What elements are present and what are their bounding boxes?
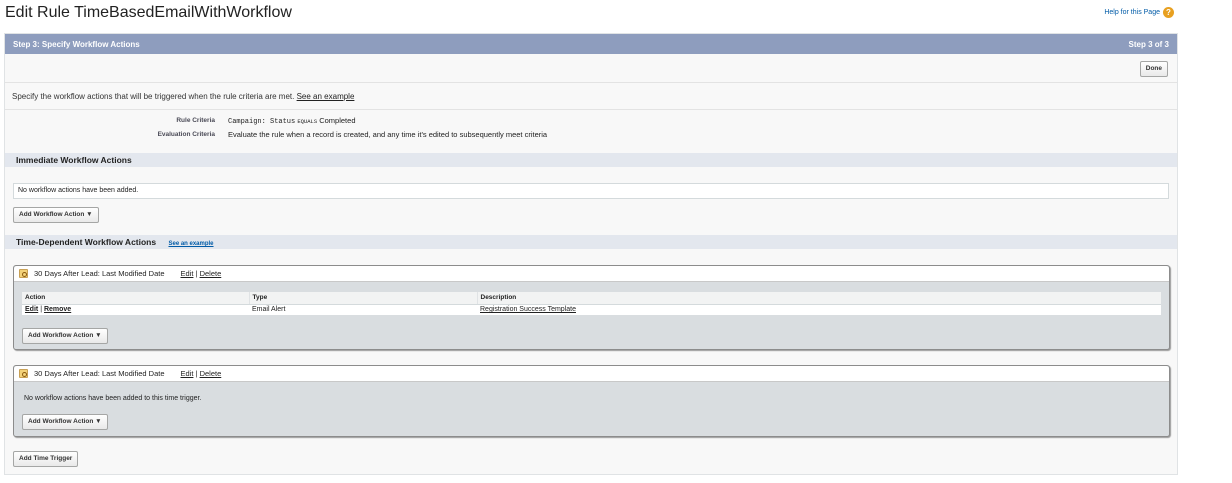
description-cell: Registration Success Template	[477, 304, 1161, 315]
table-row: Edit | Remove Email Alert Registration S…	[22, 304, 1161, 315]
type-cell: Email Alert	[252, 306, 286, 314]
immediate-empty-message: No workflow actions have been added.	[13, 183, 1169, 199]
help-link[interactable]: Help for this Page ?	[1104, 7, 1174, 18]
time-trigger-label: 30 Days After Lead: Last Modified Date	[34, 269, 165, 278]
time-trigger-delete-link[interactable]: Delete	[200, 369, 222, 378]
rule-criteria-literal: Completed	[319, 116, 356, 125]
action-remove-link[interactable]: Remove	[44, 306, 71, 313]
step-progress: Step 3 of 3	[1128, 39, 1169, 49]
time-dependent-see-example-link[interactable]: See an example	[168, 241, 213, 247]
workflow-actions-table: Action Type Description Edit | Remove Em…	[22, 292, 1161, 315]
add-workflow-action-button[interactable]: Add Workflow Action ▼	[22, 328, 108, 344]
time-trigger-edit-link[interactable]: Edit	[181, 369, 194, 378]
time-trigger-links: Edit | Delete	[181, 269, 222, 278]
step-header: Step 3: Specify Workflow Actions Step 3 …	[5, 34, 1177, 54]
link-separator: |	[40, 306, 43, 314]
intro-text: Specify the workflow actions that will b…	[12, 92, 354, 101]
done-button[interactable]: Done	[1139, 61, 1168, 77]
link-separator: |	[195, 269, 198, 278]
description-link[interactable]: Registration Success Template	[480, 306, 576, 313]
time-trigger: 30 Days After Lead: Last Modified Date E…	[13, 365, 1170, 437]
divider	[5, 109, 1177, 110]
column-header-action: Action	[22, 292, 249, 305]
immediate-actions-title: Immediate Workflow Actions	[16, 155, 132, 165]
rule-criteria-operator: EQUALS	[297, 118, 318, 125]
add-workflow-action-button[interactable]: Add Workflow Action ▼	[22, 414, 108, 430]
add-time-trigger-button[interactable]: Add Time Trigger	[13, 451, 79, 467]
time-trigger-header: 30 Days After Lead: Last Modified Date E…	[14, 266, 1169, 282]
page-title: Edit Rule TimeBasedEmailWithWorkflow	[5, 4, 292, 21]
clock-icon	[19, 269, 28, 278]
step-title: Step 3: Specify Workflow Actions	[13, 39, 140, 49]
time-trigger-empty-message: No workflow actions have been added to t…	[24, 395, 202, 402]
time-trigger: 30 Days After Lead: Last Modified Date E…	[13, 265, 1170, 350]
link-separator: |	[195, 369, 198, 378]
table-header-row: Action Type Description	[22, 292, 1161, 305]
time-trigger-edit-link[interactable]: Edit	[181, 269, 194, 278]
time-trigger-delete-link[interactable]: Delete	[200, 269, 222, 278]
time-trigger-links: Edit | Delete	[181, 369, 222, 378]
clock-icon	[19, 369, 28, 378]
rule-criteria-label: Rule Criteria	[176, 117, 215, 124]
see-example-link[interactable]: See an example	[297, 92, 355, 101]
intro-description: Specify the workflow actions that will b…	[12, 92, 295, 101]
toolbar: Done	[5, 54, 1177, 83]
rule-criteria-field: Campaign: Status	[228, 118, 296, 126]
immediate-actions-header: Immediate Workflow Actions	[5, 153, 1177, 167]
add-workflow-action-button[interactable]: Add Workflow Action ▼	[13, 207, 99, 223]
evaluation-criteria-label: Evaluation Criteria	[157, 131, 215, 138]
time-dependent-title: Time-Dependent Workflow Actions	[16, 237, 157, 247]
time-trigger-header: 30 Days After Lead: Last Modified Date E…	[14, 366, 1169, 382]
time-trigger-label: 30 Days After Lead: Last Modified Date	[34, 369, 165, 378]
rule-criteria-value: Campaign: Status EQUALS Completed	[228, 116, 356, 126]
workflow-panel: Step 3: Specify Workflow Actions Step 3 …	[4, 33, 1178, 475]
action-edit-link[interactable]: Edit	[25, 306, 38, 313]
action-cell: Edit | Remove	[22, 304, 249, 315]
evaluation-criteria-value: Evaluate the rule when a record is creat…	[228, 130, 548, 139]
time-dependent-header: Time-Dependent Workflow Actions See an e…	[5, 235, 1177, 249]
column-header-description: Description	[476, 292, 1161, 305]
column-header-type: Type	[248, 292, 477, 305]
help-icon[interactable]: ?	[1163, 7, 1174, 18]
help-link-label[interactable]: Help for this Page	[1104, 9, 1160, 16]
